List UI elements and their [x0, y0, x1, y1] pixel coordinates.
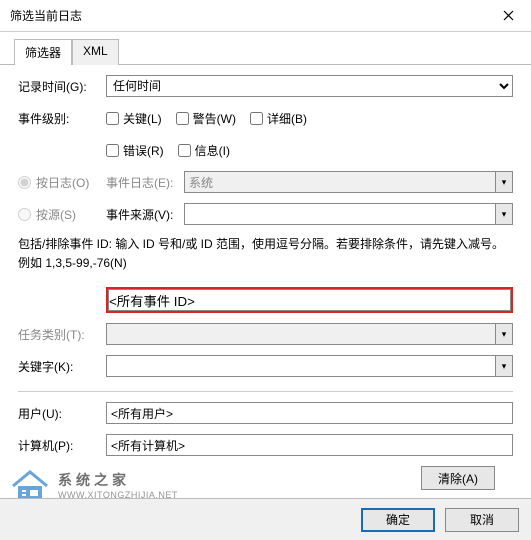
close-button[interactable]: [486, 0, 531, 31]
time-select[interactable]: 任何时间: [106, 75, 513, 97]
separator: [18, 391, 513, 392]
keywords-label: 关键字(K):: [18, 358, 106, 375]
time-label: 记录时间(G):: [18, 78, 106, 95]
close-icon: [503, 10, 514, 21]
level-error[interactable]: 错误(R): [106, 142, 164, 159]
titlebar: 筛选当前日志: [0, 0, 531, 32]
computer-input[interactable]: [106, 434, 513, 456]
window-title: 筛选当前日志: [10, 7, 82, 24]
user-input[interactable]: [106, 402, 513, 424]
dialog-body: 记录时间(G): 任何时间 事件级别: 关键(L) 警告(W) 详细(B) 错误…: [0, 65, 531, 496]
watermark-title: 系统之家: [58, 470, 178, 490]
keywords-combo[interactable]: [106, 355, 513, 377]
tab-xml[interactable]: XML: [72, 39, 119, 65]
chevron-down-icon: ▾: [495, 324, 512, 344]
event-source-combo[interactable]: [184, 203, 513, 225]
task-label: 任务类别(T):: [18, 326, 106, 343]
event-source-label: 事件来源(V):: [106, 206, 184, 223]
eventid-input[interactable]: [108, 289, 511, 311]
radio-by-log: 按日志(O): [18, 174, 106, 191]
eventid-description: 包括/排除事件 ID: 输入 ID 号和/或 ID 范围，使用逗号分隔。若要排除…: [18, 235, 513, 273]
tab-strip: 筛选器 XML: [0, 32, 531, 65]
button-bar: 确定 取消: [0, 498, 531, 540]
chevron-down-icon[interactable]: ▾: [495, 356, 512, 376]
ok-button[interactable]: 确定: [361, 508, 435, 532]
chevron-down-icon[interactable]: ▾: [495, 204, 512, 224]
event-log-label: 事件日志(E):: [106, 174, 184, 191]
level-critical[interactable]: 关键(L): [106, 110, 162, 127]
level-warning[interactable]: 警告(W): [176, 110, 236, 127]
cancel-button[interactable]: 取消: [445, 508, 519, 532]
level-label: 事件级别:: [18, 110, 106, 127]
chevron-down-icon: ▾: [495, 172, 512, 192]
level-info[interactable]: 信息(I): [178, 142, 230, 159]
user-label: 用户(U):: [18, 405, 106, 422]
radio-by-source: 按源(S): [18, 206, 106, 223]
clear-button[interactable]: 清除(A): [421, 466, 495, 490]
task-combo: [106, 323, 513, 345]
watermark: 系统之家 WWW.XITONGZHIJIA.NET: [10, 468, 178, 502]
tab-filter[interactable]: 筛选器: [14, 39, 72, 65]
event-log-combo: [184, 171, 513, 193]
eventid-highlight: [106, 287, 513, 313]
house-icon: [10, 468, 50, 502]
computer-label: 计算机(P):: [18, 437, 106, 454]
level-verbose[interactable]: 详细(B): [250, 110, 307, 127]
